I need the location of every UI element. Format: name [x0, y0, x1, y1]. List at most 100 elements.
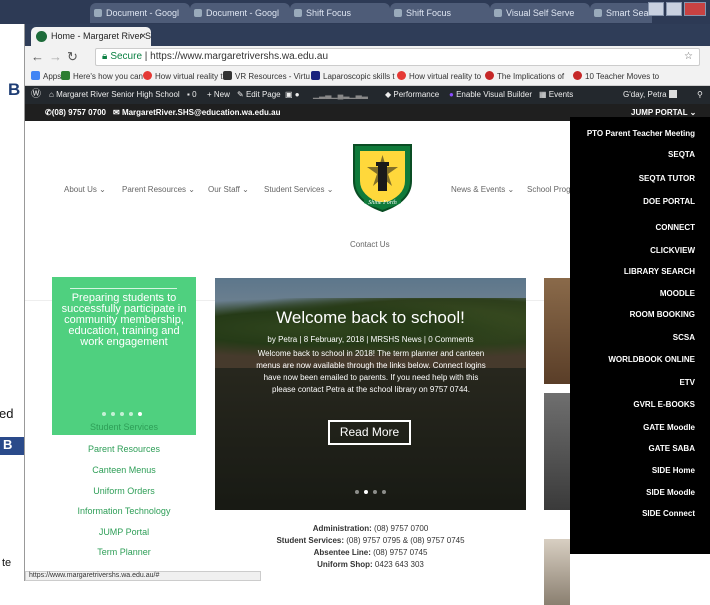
phone-link[interactable]: ✆(08) 9757 0700 — [45, 104, 106, 121]
bookmark-item[interactable]: Apps — [31, 70, 61, 84]
wp-edit-page[interactable]: ✎ Edit Page — [237, 86, 281, 104]
bookmark-favicon-icon — [397, 71, 406, 80]
bookmark-item[interactable]: How virtual reality to — [143, 70, 227, 84]
jump-portal-item[interactable]: SCSA — [575, 333, 695, 343]
os-tab[interactable]: Shift Focus — [290, 3, 390, 23]
slide-dot-active[interactable] — [364, 490, 368, 494]
bookmark-item[interactable]: Laparoscopic skills t — [311, 70, 395, 84]
os-tab[interactable]: Document - Googl — [90, 3, 190, 23]
link-uniform-orders[interactable]: Uniform Orders — [52, 486, 196, 496]
slide-dot[interactable] — [355, 490, 359, 494]
logo-motto: Shine Forth — [368, 200, 397, 206]
carousel-dot[interactable] — [102, 412, 106, 416]
wp-site-link[interactable]: ⌂ Margaret River Senior High School — [49, 86, 180, 104]
wp-events[interactable]: ▦ Events — [539, 86, 573, 104]
contact-label: Uniform Shop: — [317, 560, 373, 569]
menu-about-us[interactable]: About Us ⌄ — [64, 185, 106, 194]
reload-icon[interactable]: ↻ — [67, 49, 78, 65]
jump-portal-item[interactable]: ETV — [575, 378, 695, 388]
jump-portal-item[interactable]: DOE PORTAL — [575, 197, 695, 207]
forward-icon[interactable]: → — [49, 49, 62, 65]
contact-info: Administration: (08) 9757 0700 Student S… — [215, 523, 526, 571]
os-tab-label: Smart Search — [606, 8, 652, 18]
jump-portal-item[interactable]: ROOM BOOKING — [575, 310, 695, 320]
os-tab[interactable]: Visual Self Serve — [490, 3, 590, 23]
bookmark-item[interactable]: VR Resources - Virtu — [223, 70, 310, 84]
link-student-services[interactable]: Student Services — [52, 422, 196, 432]
back-icon[interactable]: ← — [31, 49, 44, 65]
menu-news-events[interactable]: News & Events ⌄ — [451, 185, 514, 194]
mission-dots — [102, 412, 142, 416]
bookmark-label: How virtual reality to — [155, 72, 228, 81]
wordpress-icon[interactable]: Ⓦ — [31, 86, 41, 104]
side-photo[interactable] — [544, 278, 570, 384]
minimize-button[interactable] — [648, 2, 664, 16]
stats-sparkline-icon[interactable]: ▁▂▃▁▄▂▁▃▂ — [313, 86, 368, 104]
menu-student-services[interactable]: Student Services ⌄ — [264, 185, 333, 194]
focus-icon — [294, 9, 302, 17]
jump-portal-item[interactable]: LIBRARY SEARCH — [575, 267, 695, 277]
background-window: B ed B te — [0, 24, 24, 581]
jump-portal-item[interactable]: CLICKVIEW — [575, 246, 695, 256]
read-more-button[interactable]: Read More — [328, 420, 411, 445]
link-parent-resources[interactable]: Parent Resources — [52, 444, 196, 454]
url-input[interactable]: 🔒︎ Secure | https://www.margaretrivershs.… — [95, 48, 700, 66]
carousel-dot-active[interactable] — [138, 412, 142, 416]
os-tab[interactable]: Smart Search — [590, 3, 652, 23]
close-tab-icon[interactable]: × — [140, 27, 146, 46]
maximize-button[interactable] — [666, 2, 682, 16]
jump-portal-item[interactable]: SEQTA TUTOR — [575, 174, 695, 184]
bookmark-label: Laparoscopic skills t — [323, 72, 395, 81]
carousel-dot[interactable] — [111, 412, 115, 416]
jump-portal-item[interactable]: GVRL E-BOOKS — [575, 400, 695, 410]
wp-new-button[interactable]: + New — [207, 86, 230, 104]
close-window-button[interactable] — [684, 2, 706, 16]
jump-portal-item[interactable]: MOODLE — [575, 289, 695, 299]
side-photo[interactable] — [544, 393, 570, 510]
jump-portal-item[interactable]: SEQTA — [575, 150, 695, 160]
wp-comments[interactable]: ▪ 0 — [187, 86, 197, 104]
school-logo[interactable]: Shine Forth — [350, 141, 415, 213]
jump-portal-item[interactable]: SIDE Moodle — [575, 488, 695, 498]
link-canteen-menus[interactable]: Canteen Menus — [52, 465, 196, 475]
link-term-planner[interactable]: Term Planner — [52, 547, 196, 557]
side-photo[interactable] — [544, 539, 570, 605]
bookmark-item[interactable]: 10 Teacher Moves to — [573, 70, 659, 84]
bookmark-star-icon[interactable]: ☆ — [684, 49, 693, 65]
wp-account[interactable]: G'day, Petra — [623, 86, 677, 104]
menu-parent-resources[interactable]: Parent Resources ⌄ — [122, 185, 195, 194]
os-tab-label: Shift Focus — [406, 8, 452, 18]
menu-school-programs[interactable]: School Prog — [527, 185, 571, 194]
os-tab[interactable]: Shift Focus — [390, 3, 490, 23]
menu-our-staff[interactable]: Our Staff ⌄ — [208, 185, 249, 194]
wp-search-icon[interactable]: ⚲ — [697, 86, 703, 104]
jump-portal-item[interactable]: PTO Parent Teacher Meeting — [575, 129, 695, 139]
slide-title[interactable]: Welcome back to school! — [215, 308, 526, 328]
os-tab[interactable]: Document - Googl — [190, 3, 290, 23]
window-controls — [648, 2, 706, 16]
search-icon — [594, 9, 602, 17]
menu-contact-us[interactable]: Contact Us — [350, 240, 390, 249]
email-link[interactable]: ✉ MargaretRiver.SHS@education.wa.edu.au — [113, 104, 280, 121]
jump-portal-item[interactable]: GATE SABA — [575, 444, 695, 454]
wp-plugin-icon[interactable]: ▣ ● — [285, 86, 300, 104]
browser-tab-active[interactable]: Home - Margaret River S × — [31, 27, 151, 46]
wp-performance[interactable]: ◆ Performance — [385, 86, 439, 104]
jump-portal-item[interactable]: GATE Moodle — [575, 423, 695, 433]
jump-portal-item[interactable]: SIDE Connect — [575, 509, 695, 519]
contact-value: (08) 9757 0795 & (08) 9757 0745 — [346, 536, 465, 545]
jump-portal-item[interactable]: WORLDBOOK ONLINE — [575, 355, 695, 365]
wp-visual-builder[interactable]: ● Enable Visual Builder — [449, 86, 532, 104]
carousel-dot[interactable] — [120, 412, 124, 416]
link-jump-portal[interactable]: JUMP Portal — [52, 527, 196, 537]
jump-portal-dropdown: PTO Parent Teacher Meeting SEQTA SEQTA TUT… — [570, 117, 710, 554]
slide-dot[interactable] — [373, 490, 377, 494]
jump-portal-item[interactable]: CONNECT — [575, 223, 695, 233]
jump-portal-item[interactable]: SIDE Home — [575, 466, 695, 476]
link-information-technology[interactable]: Information Technology — [52, 506, 196, 516]
bookmark-item[interactable]: How virtual reality to — [397, 70, 481, 84]
bookmark-item[interactable]: Here's how you can — [61, 70, 143, 84]
bookmark-item[interactable]: The Implications of — [485, 70, 564, 84]
slide-dot[interactable] — [382, 490, 386, 494]
carousel-dot[interactable] — [129, 412, 133, 416]
